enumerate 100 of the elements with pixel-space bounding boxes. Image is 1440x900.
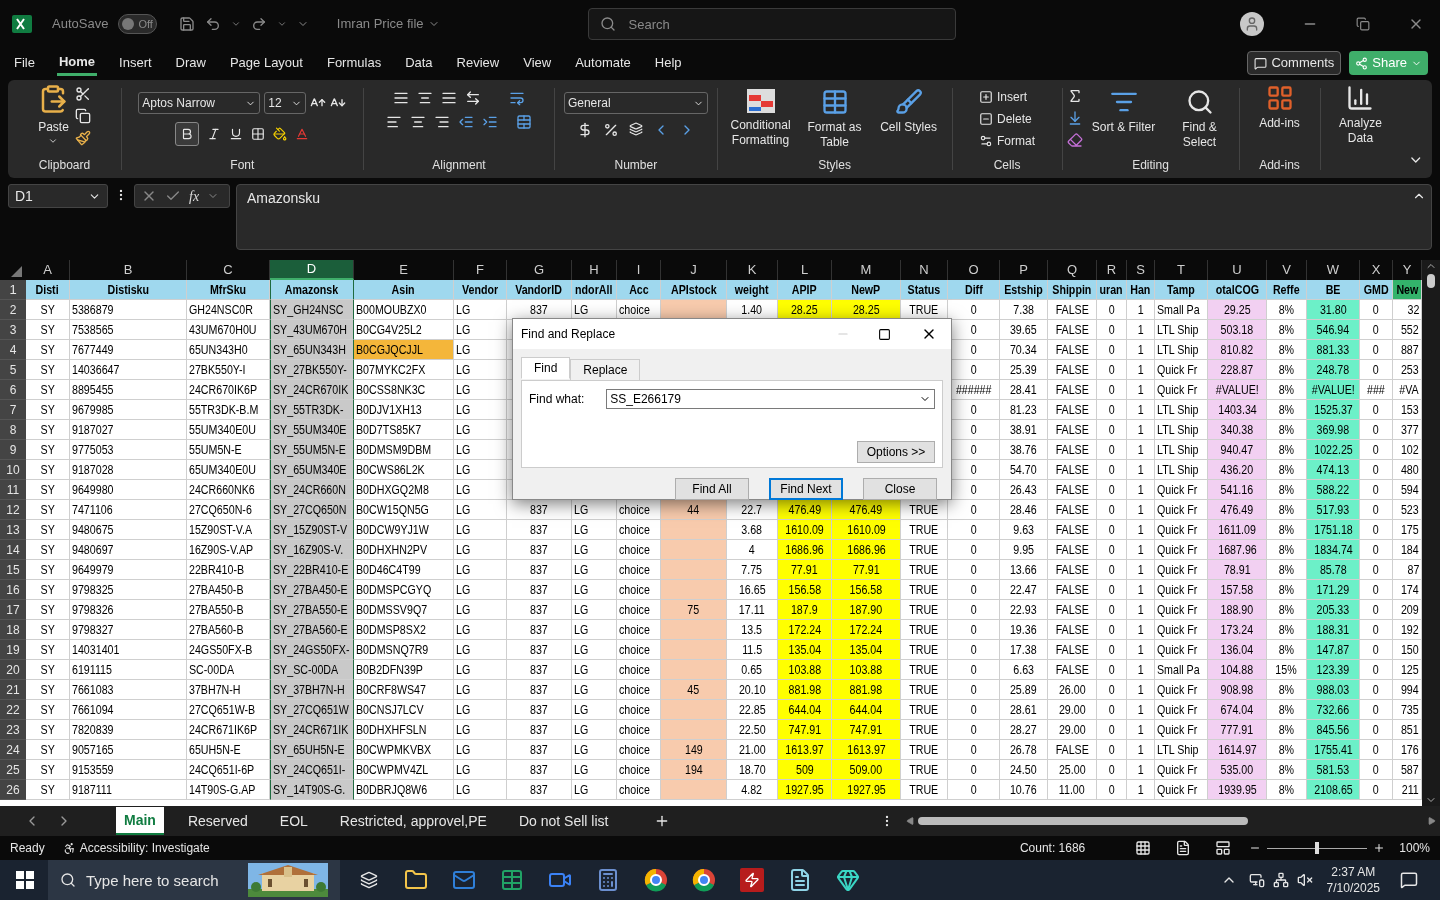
zoom-level[interactable]: 100% [1399,839,1430,857]
menu-tab[interactable]: Help [652,50,684,76]
sheet-tab[interactable]: Do not Sell list [510,807,617,835]
accessibility-button[interactable]: Accessibility: Investigate [62,839,210,857]
menu-tab[interactable]: Review [454,50,502,76]
table-cell: 1 [1127,420,1155,440]
dialog-button[interactable]: Find All [675,478,749,500]
table-cell: 0 [1360,300,1393,320]
dialog-button[interactable]: Close [863,478,937,500]
dialog-button[interactable]: Find Next [769,478,843,500]
row-header[interactable]: 9 [0,440,26,460]
ribbon-button[interactable]: Analyze Data [1325,84,1396,146]
number-format-field[interactable]: General [563,92,708,114]
row-header[interactable]: 1 [0,280,26,300]
dialog-tab[interactable]: Replace [570,359,641,381]
table-cell: 45 [661,680,727,700]
row-header[interactable]: 20 [0,660,26,680]
row-header[interactable]: 17 [0,600,26,620]
sheet-tab[interactable]: Main [116,807,164,835]
row-header[interactable]: 18 [0,620,26,640]
menu-tab[interactable]: File [12,50,37,76]
name-box[interactable]: D1 [8,184,108,208]
menu-tab[interactable]: Automate [573,50,633,76]
table-cell: 0 [1097,640,1127,660]
table-cell: 0 [1360,600,1393,620]
table-cell: SY_55UM5N-E [270,440,354,460]
clock-date[interactable]: 7/10/2025 [1326,880,1380,896]
menu-tab[interactable]: Data [403,50,435,76]
row-header[interactable]: 16 [0,580,26,600]
ribbon-button[interactable]: Add-ins [1244,84,1315,131]
search-field[interactable]: Search [587,8,956,40]
row-header[interactable]: 6 [0,380,26,400]
menu-tab[interactable]: Draw [173,50,208,76]
row-header[interactable]: 26 [0,780,26,800]
row-header[interactable]: 22 [0,700,26,720]
table-cell: LG [454,420,507,440]
column-header[interactable]: D [270,260,354,280]
paste-button[interactable]: Paste [38,84,69,146]
row-header[interactable]: 3 [0,320,26,340]
row-header[interactable]: 23 [0,720,26,740]
row-header[interactable]: 14 [0,540,26,560]
table-cell: 6.63 [1000,660,1048,680]
ribbon-button[interactable]: Cell Styles [873,88,944,150]
table-cell: 0 [1360,720,1393,740]
table-cell: B00MOUBZX0 [354,300,454,320]
row-header[interactable]: 12 [0,500,26,520]
table-cell: 908.98 [1208,680,1267,700]
options-button[interactable]: Options >> [857,441,935,463]
menu-tab[interactable]: Formulas [324,50,384,76]
sheet-tab[interactable]: EOL [271,807,316,835]
row-header[interactable]: 8 [0,420,26,440]
row-header[interactable]: 19 [0,640,26,660]
table-cell: FALSE [1048,340,1097,360]
table-cell: 0 [948,760,1000,780]
autosave-toggle[interactable]: Off [118,14,157,34]
menu-tab[interactable]: View [521,50,554,76]
row-header[interactable]: 10 [0,460,26,480]
table-cell: 0 [1360,520,1393,540]
table-cell: 0 [1360,440,1393,460]
table-cell: 1751.18 [1307,520,1360,540]
row-header[interactable]: 15 [0,560,26,580]
menu-tab[interactable]: Page Layout [227,50,305,76]
table-cell: 188.90 [1208,600,1267,620]
row-header[interactable]: 24 [0,740,26,760]
sheet-tab[interactable]: Restricted, approvel,PE [331,807,495,835]
table-cell: 1755.41 [1307,740,1360,760]
file-name[interactable]: Imran Price file [336,14,440,34]
column-heading: VandorID [507,280,572,300]
row-header[interactable]: 7 [0,400,26,420]
column-heading: Disti [26,280,70,300]
formula-field[interactable]: Amazonsku [236,184,1432,250]
font-size-field[interactable]: 12 [264,92,307,114]
ribbon-button[interactable]: Sort & Filter [1088,88,1159,150]
cells-button[interactable]: Insert [979,88,1036,106]
dialog-tab[interactable]: Find [521,357,571,379]
table-cell: SY [26,600,70,620]
row-header[interactable]: 13 [0,520,26,540]
font-name-field[interactable]: Aptos Narrow [138,92,261,114]
find-field[interactable]: SS_E266179 [606,389,935,409]
ribbon-button[interactable]: Find & Select [1164,88,1235,150]
menu-tab[interactable]: Insert [117,50,154,76]
row-header[interactable]: 21 [0,680,26,700]
comments-button[interactable]: Comments [1247,51,1342,75]
insert-function-button[interactable]: fx [189,185,200,207]
clock-time[interactable]: 2:37 AM [1331,864,1376,880]
cells-button[interactable]: Delete [979,110,1036,128]
table-cell: B0DMSPCGYQ [354,580,454,600]
row-header[interactable]: 11 [0,480,26,500]
ribbon-button[interactable]: Format as Table [799,88,870,150]
cells-button[interactable]: Format [979,132,1036,150]
row-header[interactable]: 4 [0,340,26,360]
sheet-tab[interactable]: Reserved [179,807,256,835]
row-header[interactable]: 25 [0,760,26,780]
ribbon-button[interactable]: Conditional Formatting [725,88,796,150]
row-header[interactable]: 5 [0,360,26,380]
table-cell: B0DMSP8SX2 [354,620,454,640]
row-header[interactable]: 2 [0,300,26,320]
table-cell: 0 [1097,540,1127,560]
table-cell: B0CWPMV4ZL [354,760,454,780]
taskbar-search-bar[interactable]: Type here to search [48,860,340,900]
